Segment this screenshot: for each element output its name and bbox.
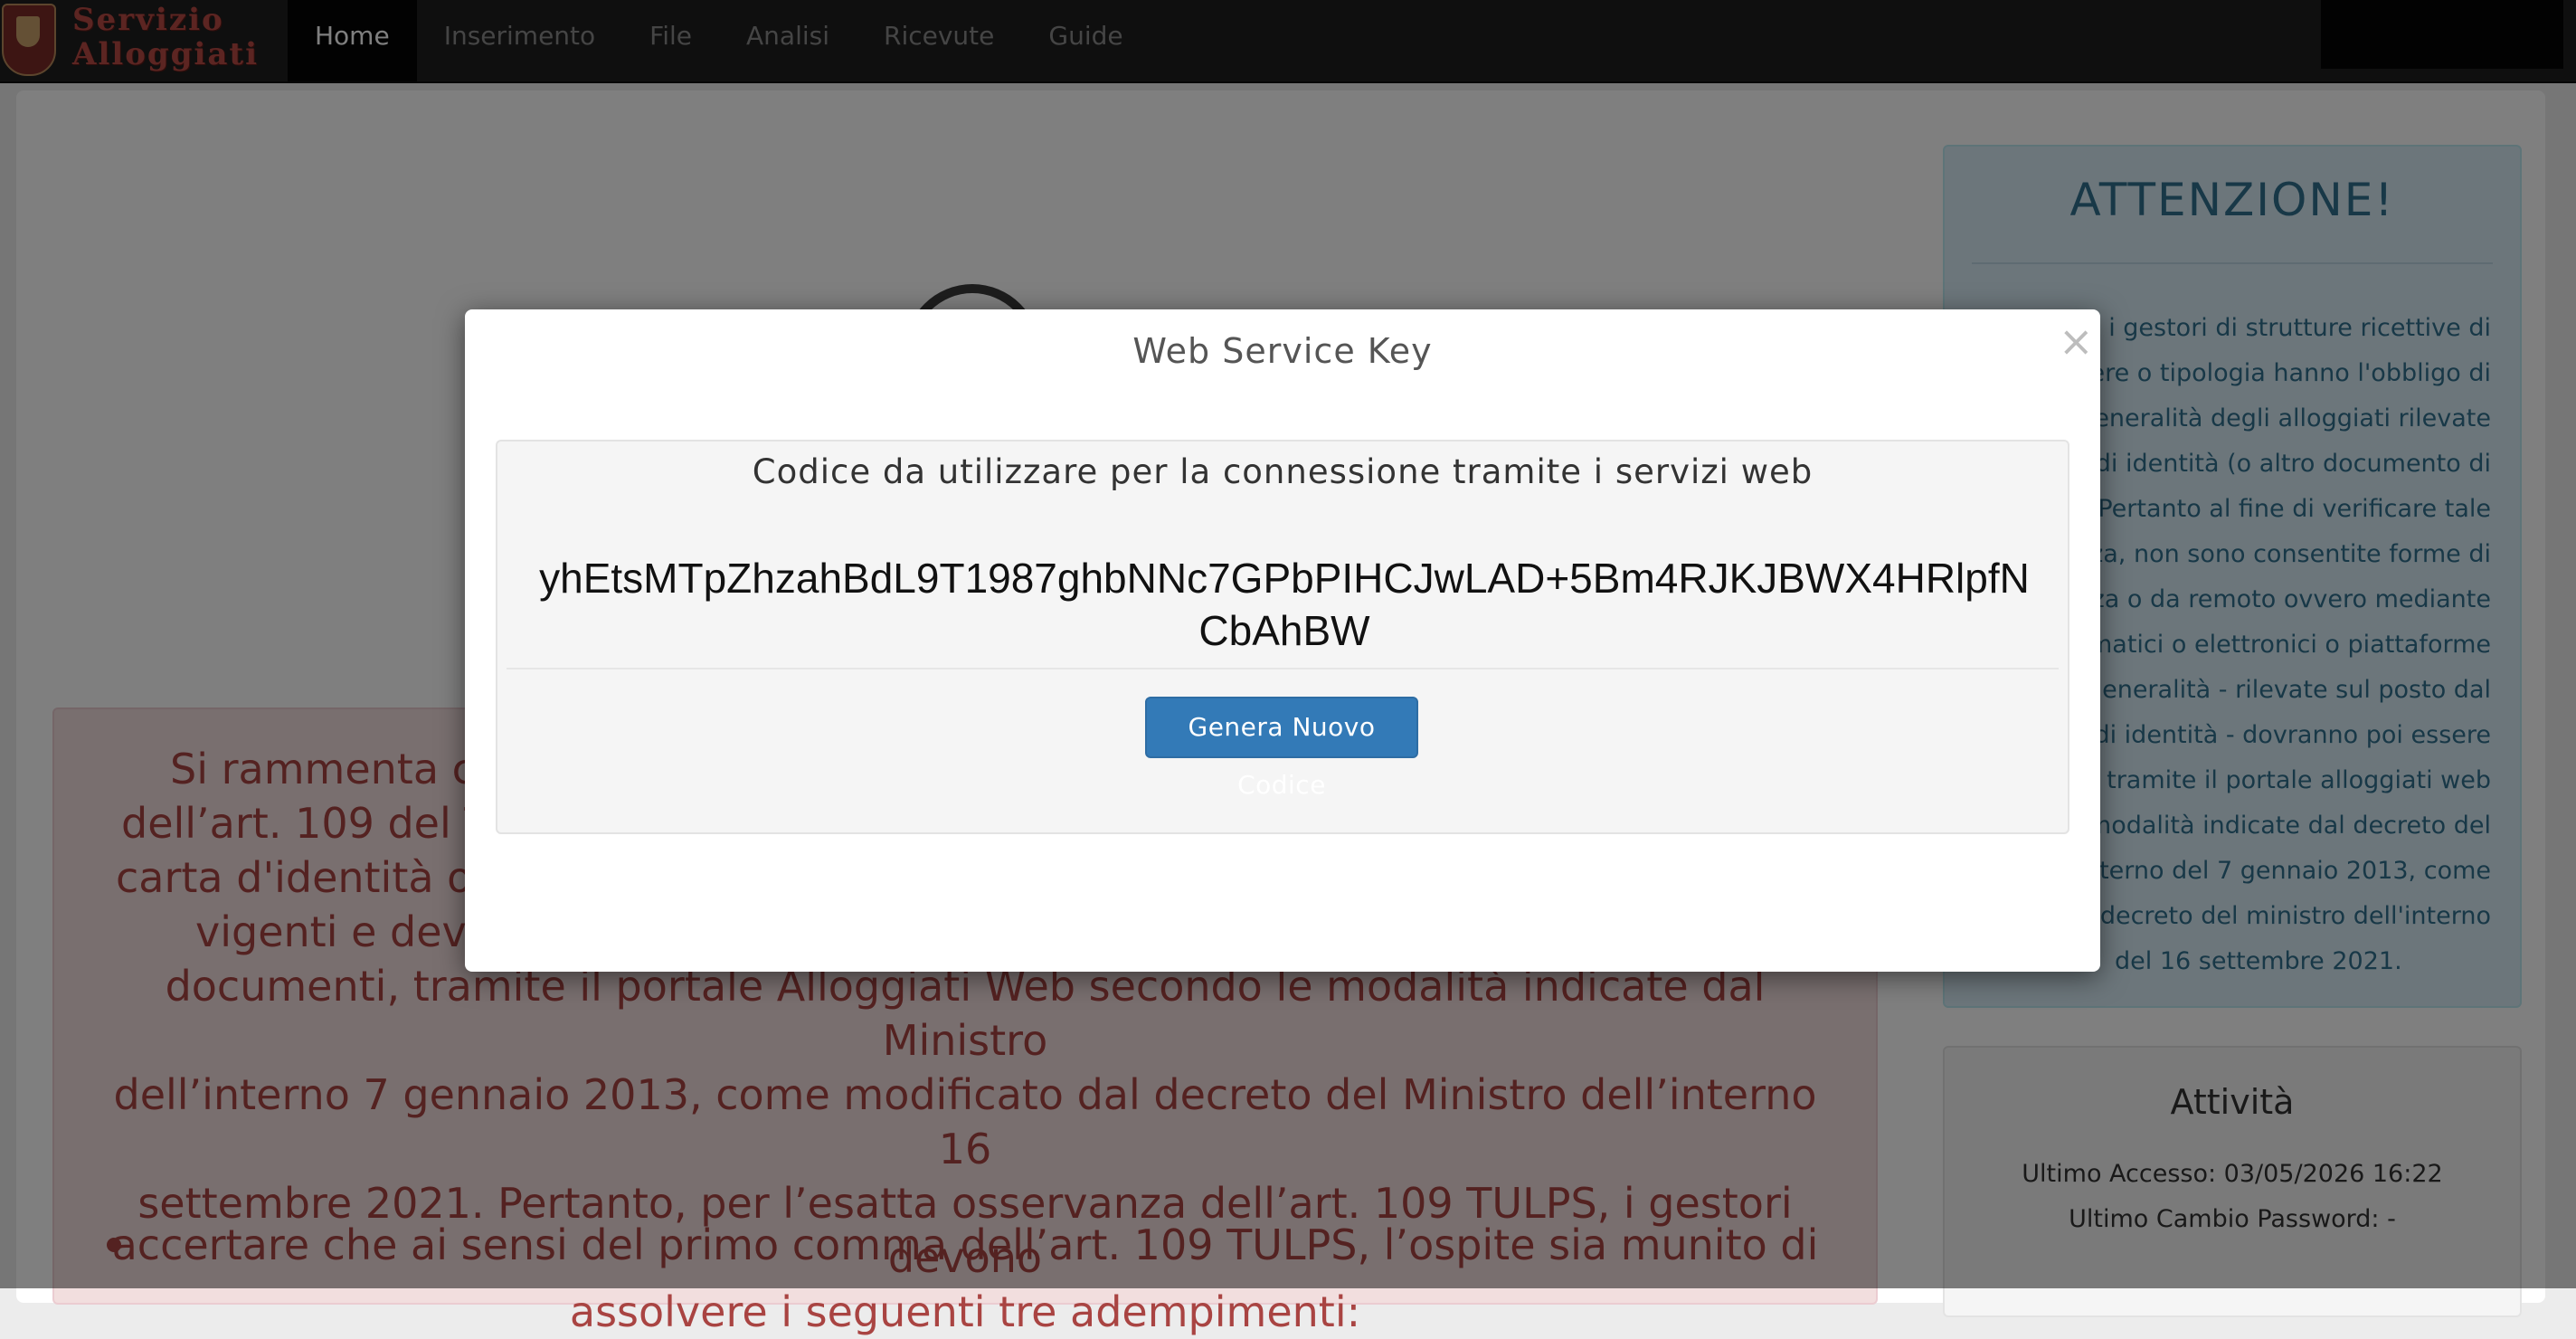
- close-icon[interactable]: ×: [2059, 320, 2094, 362]
- key-description: Codice da utilizzare per la connessione …: [752, 452, 1814, 491]
- well-divider: [507, 668, 2059, 670]
- modal-title: Web Service Key: [1132, 331, 1433, 371]
- notice-line: assolvere i seguenti tre adempimenti:: [569, 1287, 1361, 1336]
- web-service-key-value[interactable]: yhEtsMTpZhzahBdL9T1987ghbNNc7GPbPIHCJwLA…: [534, 552, 2035, 657]
- generate-new-code-button[interactable]: Genera Nuovo Codice: [1145, 697, 1418, 800]
- key-well: Codice da utilizzare per la connessione …: [496, 440, 2069, 834]
- web-service-key-modal: Web Service Key × Codice da utilizzare p…: [465, 309, 2100, 972]
